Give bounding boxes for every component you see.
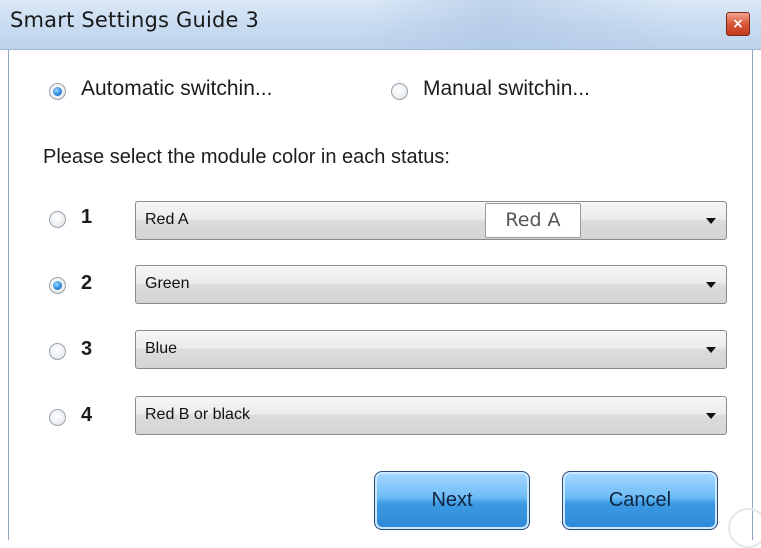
status-3-color-value: Blue	[145, 340, 178, 357]
status-1-radio[interactable]	[49, 211, 66, 228]
manual-switching-radio[interactable]	[391, 83, 408, 100]
status-4-radio[interactable]	[49, 409, 66, 426]
tooltip: Red A	[485, 203, 581, 238]
status-4-color-select[interactable]: Red B or black	[135, 396, 727, 435]
close-button[interactable]: ×	[726, 12, 750, 36]
status-2-color-value: Green	[145, 275, 190, 292]
decorative-corner	[728, 508, 761, 548]
status-4-color-value: Red B or black	[145, 406, 250, 423]
manual-switching-label[interactable]: Manual switchin...	[423, 77, 590, 101]
instruction-text: Please select the module color in each s…	[43, 146, 450, 168]
chevron-down-icon	[706, 218, 716, 224]
smart-settings-dialog: Smart Settings Guide 3 × Automatic switc…	[0, 0, 761, 548]
status-2-color-select[interactable]: Green	[135, 265, 727, 304]
status-2-radio[interactable]	[49, 277, 66, 294]
status-4-number: 4	[81, 404, 93, 426]
window-title: Smart Settings Guide 3	[10, 8, 260, 32]
automatic-switching-label[interactable]: Automatic switchin...	[81, 77, 272, 101]
chevron-down-icon	[706, 347, 716, 353]
status-1-color-value: Red A	[145, 211, 189, 228]
automatic-switching-radio[interactable]	[49, 83, 66, 100]
status-1-color-select[interactable]: Red A Red A	[135, 201, 727, 240]
next-button[interactable]: Next	[374, 471, 530, 530]
status-3-color-select[interactable]: Blue	[135, 330, 727, 369]
title-bar-glow	[360, 0, 690, 50]
dialog-body: Automatic switchin... Manual switchin...…	[8, 50, 753, 540]
status-3-radio[interactable]	[49, 343, 66, 360]
close-icon: ×	[732, 16, 744, 32]
cancel-button[interactable]: Cancel	[562, 471, 718, 530]
title-bar[interactable]: Smart Settings Guide 3 ×	[0, 0, 761, 50]
status-1-number: 1	[81, 206, 93, 228]
status-2-number: 2	[81, 272, 93, 294]
chevron-down-icon	[706, 282, 716, 288]
chevron-down-icon	[706, 413, 716, 419]
status-3-number: 3	[81, 338, 93, 360]
